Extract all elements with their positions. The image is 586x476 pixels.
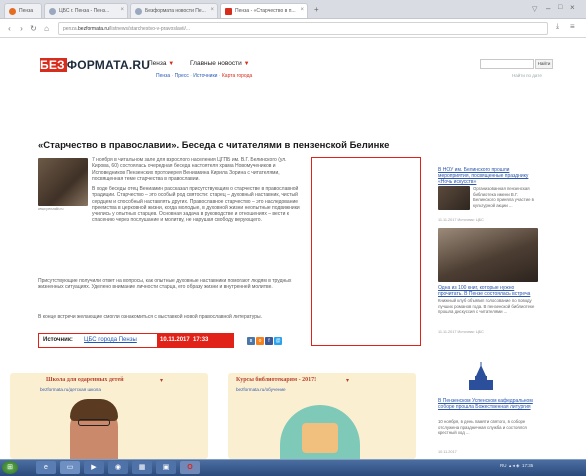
tab-cbs[interactable]: ЦБС г. Пенза - Пенз... × [44, 3, 128, 18]
chevron-down-icon: ▾ [346, 378, 350, 384]
glasses-icon [78, 419, 110, 426]
article-paragraph: В конце встречи желающие смогли ознакоми… [38, 314, 262, 320]
url-input[interactable]: penza.bezformata.ru/listnews/starchestvo… [58, 22, 548, 35]
favicon-icon [135, 8, 142, 15]
sub-navigation: Пенза · Пресс · Источники · Карта города [156, 73, 253, 79]
sidebar-news-title[interactable]: В НОУ им. Белинского прошли мероприятия,… [438, 167, 538, 185]
app-icon[interactable]: ▦ [132, 461, 152, 474]
sidebar-news-text: 10 ноября, в день памяти святого, в собо… [438, 419, 527, 435]
close-icon[interactable]: × [120, 7, 124, 13]
advanced-search-link[interactable]: Найти по дате [512, 73, 542, 78]
ok-share-icon[interactable]: о [256, 337, 264, 345]
facebook-share-icon[interactable]: f [265, 337, 273, 345]
close-icon[interactable]: × [210, 7, 214, 13]
tab-penza[interactable]: Пенза [4, 3, 42, 18]
news-menu[interactable]: Главные новости ▼ [190, 60, 250, 67]
search-button[interactable]: Найти [535, 59, 553, 69]
sidebar-news-title[interactable]: Одна из 100 книг, которые нужно прочитат… [438, 285, 538, 297]
source-label: Источник: [43, 337, 73, 343]
back-icon[interactable]: ‹ [4, 23, 15, 34]
close-window-icon[interactable]: × [570, 3, 575, 12]
maximize-icon[interactable]: □ [558, 4, 562, 11]
sidebar-news-date: 11.11.2017 Источник: ЦБС [438, 330, 484, 334]
highlighted-ad-area [311, 157, 421, 346]
start-button[interactable]: ⊞ [2, 461, 18, 474]
app-icon[interactable]: ▣ [156, 461, 176, 474]
article-title: «Старчество в православии». Беседа с чит… [38, 140, 390, 151]
block-subtitle[interactable]: bezformata.ru/детская школа [40, 387, 101, 392]
article-paragraph: В ходе беседы отец Вениамин рассказал пр… [92, 186, 300, 224]
forward-icon[interactable]: › [16, 23, 27, 34]
sidebar-news-text: Книжный клуб объявил голосование по пово… [438, 298, 535, 314]
clock: 17:35 [521, 463, 534, 468]
chevron-down-icon: ▼ [243, 61, 250, 67]
tab-bezformata[interactable]: Безформата новости Пе... × [130, 3, 218, 18]
photo-caption: www.penzalib.ru [38, 207, 64, 211]
sidebar-news-title[interactable]: В Пензенском Успенском кафедральном собо… [438, 398, 538, 410]
downloads-icon[interactable]: ⤓ [556, 23, 559, 31]
tab-article[interactable]: Пенза - «Старчество в п... × [220, 3, 308, 18]
system-tray: RU ▴ ◂ ◈ 17:35 [500, 463, 534, 468]
site-logo[interactable]: БЕЗ ФОРМАТА.RU [40, 58, 150, 72]
site-search-input[interactable] [480, 59, 534, 69]
news-thumbnail[interactable] [438, 186, 470, 210]
favicon-icon [49, 8, 56, 15]
book-icon [302, 423, 338, 453]
block-title: Курсы библиотекарям - 2017! [236, 377, 317, 383]
city-menu[interactable]: Пенза ▼ [148, 60, 174, 67]
block-title: Школа для одаренных детей [46, 377, 124, 383]
chevron-down-icon: ▾ [160, 378, 164, 384]
subnav-link[interactable]: Источники [193, 73, 217, 79]
reload-icon[interactable]: ↻ [28, 23, 39, 34]
subnav-link[interactable]: Карта города [222, 73, 252, 79]
church-icon [469, 362, 493, 390]
sidebar-news-date: 11.11.2017 Источник: ЦБС [438, 218, 484, 222]
source-link[interactable]: ЦБС города Пензы [84, 337, 137, 343]
sidebar-news-date: 10.11.2017 [438, 450, 457, 454]
bookmark-icon[interactable]: ▽ [532, 5, 537, 13]
menu-icon[interactable]: ≡ [570, 22, 575, 31]
favicon-icon [9, 8, 16, 15]
block-subtitle[interactable]: bezformata.ru/обучение [236, 387, 286, 392]
home-icon[interactable]: ⌂ [41, 23, 52, 34]
article-paragraph: Присутствующие получили ответ на вопросы… [38, 278, 292, 291]
hair-shape [70, 399, 118, 421]
media-player-icon[interactable]: ▶ [84, 461, 104, 474]
article-photo[interactable] [38, 158, 88, 206]
favicon-icon [225, 8, 232, 15]
chevron-down-icon: ▼ [168, 61, 175, 67]
subnav-link[interactable]: Пенза [156, 73, 170, 79]
news-thumbnail[interactable] [438, 228, 538, 282]
minimize-icon[interactable]: – [546, 4, 550, 13]
article-date: 10.11.2017 17:33 [157, 334, 234, 347]
new-tab-button[interactable]: + [314, 5, 319, 14]
close-icon[interactable]: × [300, 7, 304, 13]
sidebar-news-text: Организованная пензенская библиотека име… [473, 186, 534, 208]
subnav-link[interactable]: Пресс [175, 73, 189, 79]
opera-icon[interactable]: O [180, 461, 200, 474]
app-icon[interactable]: ◉ [108, 461, 128, 474]
mail-share-icon[interactable]: @ [274, 337, 282, 345]
promo-block[interactable]: Курсы библиотекарям - 2017! ▾ bezformata… [228, 373, 416, 459]
article-paragraph: 7 ноября в читальном зале для взрослого … [92, 157, 287, 182]
promo-block[interactable]: Школа для одаренных детей ▾ bezformata.r… [10, 373, 208, 459]
ie-icon[interactable]: e [36, 461, 56, 474]
explorer-icon[interactable]: ▭ [60, 461, 80, 474]
vk-share-icon[interactable]: в [247, 337, 255, 345]
